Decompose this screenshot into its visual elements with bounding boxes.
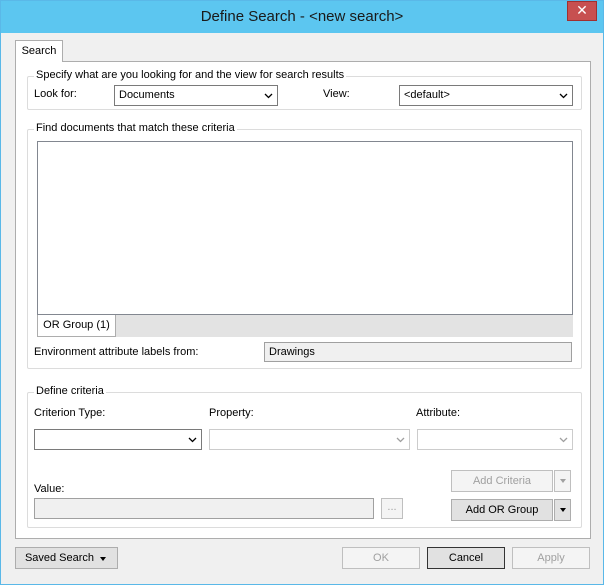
saved-search-label: Saved Search xyxy=(24,552,95,564)
caret-down-icon xyxy=(100,557,106,561)
value-input[interactable] xyxy=(34,498,374,519)
close-icon: ✕ xyxy=(576,3,588,19)
add-criteria-dropdown-button[interactable] xyxy=(554,470,571,492)
ok-label: OK xyxy=(373,552,389,564)
criteria-group-legend: Define criteria xyxy=(34,385,106,397)
criterion-type-dropdown[interactable] xyxy=(34,429,202,450)
saved-search-button[interactable]: Saved Search xyxy=(15,547,118,569)
apply-button[interactable]: Apply xyxy=(512,547,590,569)
search-tab-panel: Specify what are you looking for and the… xyxy=(15,61,591,539)
chevron-down-icon xyxy=(559,437,568,443)
attribute-dropdown[interactable] xyxy=(417,429,573,450)
tab-search-label: Search xyxy=(21,45,57,57)
tab-or-group-1[interactable]: OR Group (1) xyxy=(37,315,116,337)
add-or-group-button[interactable]: Add OR Group xyxy=(451,499,553,521)
env-attribute-field: Drawings xyxy=(264,342,572,362)
apply-label: Apply xyxy=(537,552,565,564)
look-for-label: Look for: xyxy=(34,88,77,100)
view-group-legend: Specify what are you looking for and the… xyxy=(34,69,347,81)
browse-button[interactable]: ... xyxy=(381,498,403,519)
view-label: View: xyxy=(323,88,350,100)
env-attribute-value: Drawings xyxy=(269,346,315,358)
property-label: Property: xyxy=(209,407,254,419)
or-group-tab-label: OR Group (1) xyxy=(43,319,110,331)
view-groupbox: Specify what are you looking for and the… xyxy=(27,69,582,110)
or-group-tab-strip xyxy=(37,315,573,337)
cancel-label: Cancel xyxy=(448,552,484,564)
caret-down-icon xyxy=(560,508,566,512)
value-label: Value: xyxy=(34,483,65,495)
add-or-group-dropdown-button[interactable] xyxy=(554,499,571,521)
define-search-dialog: Define Search - <new search> ✕ Search Sp… xyxy=(0,0,604,585)
add-criteria-label: Add Criteria xyxy=(472,475,532,487)
match-group-legend: Find documents that match these criteria xyxy=(34,122,237,134)
env-attribute-label: Environment attribute labels from: xyxy=(34,346,199,358)
attribute-label: Attribute: xyxy=(416,407,461,419)
view-dropdown[interactable]: <default> xyxy=(399,85,573,106)
property-dropdown[interactable] xyxy=(209,429,410,450)
criteria-list[interactable] xyxy=(37,141,573,315)
caret-down-icon xyxy=(560,479,566,483)
cancel-button[interactable]: Cancel xyxy=(427,547,505,569)
title-bar[interactable]: Define Search - <new search> ✕ xyxy=(1,1,603,33)
close-button[interactable]: ✕ xyxy=(567,1,597,21)
add-criteria-button[interactable]: Add Criteria xyxy=(451,470,553,492)
look-for-value: Documents xyxy=(119,89,175,101)
look-for-dropdown[interactable]: Documents xyxy=(114,85,278,106)
add-or-group-label: Add OR Group xyxy=(465,504,539,516)
window-title: Define Search - <new search> xyxy=(200,8,404,25)
chevron-down-icon xyxy=(396,437,405,443)
tab-search[interactable]: Search xyxy=(15,40,63,62)
browse-button-label: ... xyxy=(387,501,397,513)
view-value: <default> xyxy=(404,89,450,101)
criterion-type-label: Criterion Type: xyxy=(34,407,106,419)
chevron-down-icon xyxy=(264,93,273,99)
ok-button[interactable]: OK xyxy=(342,547,420,569)
chevron-down-icon xyxy=(188,437,197,443)
chevron-down-icon xyxy=(559,93,568,99)
